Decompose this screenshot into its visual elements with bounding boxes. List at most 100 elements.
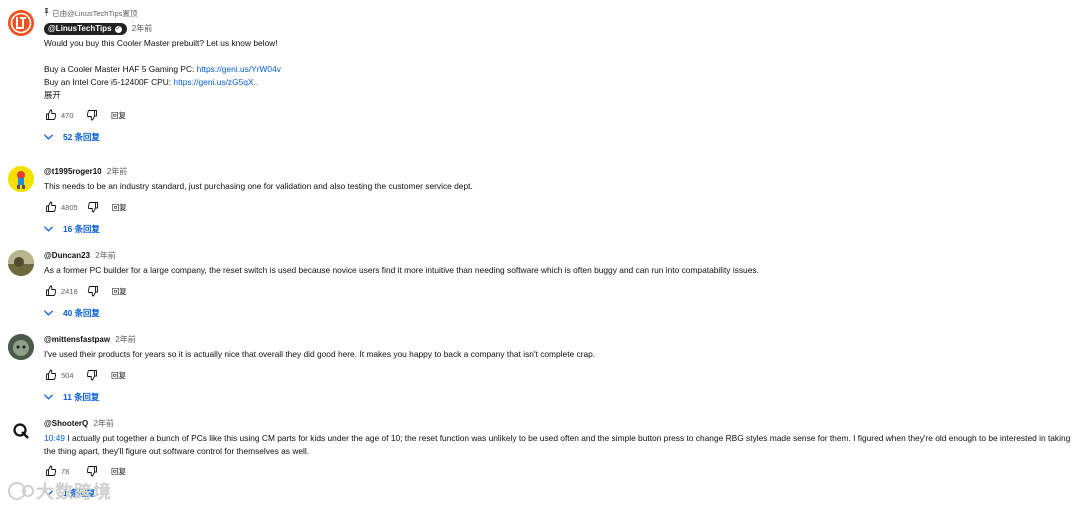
thumbs-down-icon: [86, 370, 97, 381]
like-count: 504: [61, 370, 74, 380]
dislike-button[interactable]: [86, 200, 100, 214]
replies-count: 11 条回复: [63, 392, 100, 402]
reply-button[interactable]: 回复: [112, 202, 127, 213]
author-name[interactable]: @Duncan23: [44, 251, 90, 260]
reply-button[interactable]: 回复: [111, 110, 126, 121]
avatar[interactable]: [8, 334, 34, 360]
view-replies-button[interactable]: 11 条回复: [44, 391, 1074, 403]
comment-text-line: Would you buy this Cooler Master prebuil…: [44, 38, 278, 48]
comment-header: @ShooterQ 2年前: [44, 418, 1074, 429]
replies-count: 52 条回复: [63, 132, 100, 142]
comment-time[interactable]: 2年前: [107, 167, 127, 176]
author-name: @LinusTechTips: [48, 24, 112, 33]
author-badge[interactable]: @LinusTechTips ✓: [44, 23, 127, 35]
comment-text-body: I actually put together a bunch of PCs l…: [44, 433, 1071, 456]
view-replies-button[interactable]: 16 条回复: [44, 223, 1074, 235]
watermark: 大数跨境: [6, 478, 112, 504]
view-replies-button[interactable]: 40 条回复: [44, 307, 1074, 319]
watermark-logo-icon: [8, 482, 34, 500]
thumbs-up-icon: [46, 285, 57, 296]
comment-time[interactable]: 2年前: [132, 24, 152, 33]
author-name[interactable]: @ShooterQ: [44, 419, 88, 428]
character-avatar-icon: [8, 166, 34, 192]
reply-button[interactable]: 回复: [111, 466, 126, 477]
link-prefix: Buy a Cooler Master HAF 5 Gaming PC:: [44, 64, 197, 74]
view-replies-button[interactable]: 1 条回复: [44, 487, 1074, 499]
comment-actions: 504 回复: [44, 368, 1074, 382]
cat-avatar-icon: [8, 334, 34, 360]
product-link[interactable]: https://geni.us/zG5qX..: [173, 77, 258, 87]
avatar[interactable]: [8, 166, 34, 192]
chevron-down-icon: [44, 224, 54, 234]
pinned-label: 已由@LinusTechTips置顶: [44, 8, 1074, 19]
thumbs-up-icon: [46, 465, 57, 476]
comment-text: I've used their products for years so it…: [44, 349, 596, 359]
comment-actions: 2418 回复: [44, 284, 1074, 298]
chevron-down-icon: [44, 392, 54, 402]
product-link[interactable]: https://geni.us/YrW04v: [197, 64, 281, 74]
q-logo-icon: [8, 418, 34, 444]
comment-text-line: Buy a Cooler Master HAF 5 Gaming PC: htt…: [44, 63, 1074, 76]
comment-header: @Duncan23 2年前: [44, 250, 1074, 261]
comment-time[interactable]: 2年前: [93, 419, 113, 428]
comment-body: 已由@LinusTechTips置顶 @LinusTechTips ✓ 2年前 …: [44, 8, 1074, 143]
reply-button[interactable]: 回复: [111, 370, 126, 381]
like-count: 2418: [61, 286, 78, 296]
avatar[interactable]: [8, 10, 34, 36]
comment-header: @LinusTechTips ✓ 2年前: [44, 23, 1074, 35]
like-button[interactable]: [44, 368, 58, 382]
comment-actions: 78 回复: [44, 464, 1074, 478]
avatar[interactable]: [8, 418, 34, 444]
thumbs-up-icon: [46, 201, 57, 212]
thumbs-down-icon: [86, 110, 97, 121]
like-button[interactable]: [44, 464, 58, 478]
author-name[interactable]: @t1995roger10: [44, 167, 102, 176]
like-count: 4805: [61, 202, 78, 212]
author-name[interactable]: @mittensfastpaw: [44, 335, 110, 344]
landscape-avatar-icon: [8, 250, 34, 276]
like-button[interactable]: [44, 200, 58, 214]
link-prefix: Buy an Intel Core i5-12400F CPU:: [44, 77, 174, 87]
pin-icon: [44, 8, 50, 19]
chevron-down-icon: [44, 308, 54, 318]
comment-text: 10:49 I actually put together a bunch of…: [44, 432, 1074, 458]
comment-header: @mittensfastpaw 2年前: [44, 334, 1074, 345]
dislike-button[interactable]: [86, 284, 100, 298]
chevron-down-icon: [44, 132, 54, 142]
verified-icon: ✓: [114, 25, 122, 33]
avatar[interactable]: [8, 250, 34, 276]
thumbs-up-icon: [46, 369, 57, 380]
watermark-text: 大数跨境: [36, 482, 112, 502]
comment-time[interactable]: 2年前: [95, 251, 115, 260]
comment-actions: 470 回复: [44, 108, 1074, 122]
dislike-button[interactable]: [85, 368, 99, 382]
like-count: 470: [61, 110, 74, 120]
dislike-button[interactable]: [85, 108, 99, 122]
comment-time[interactable]: 2年前: [115, 335, 135, 344]
pinned-text: 已由@LinusTechTips置顶: [52, 9, 138, 18]
thumbs-down-icon: [87, 286, 98, 297]
like-button[interactable]: [44, 108, 58, 122]
comment-actions: 4805 回复: [44, 200, 1074, 214]
comment-body: @t1995roger10 2年前 This needs to be an in…: [44, 166, 1074, 235]
video-timestamp-link[interactable]: 10:49: [44, 433, 65, 443]
thumbs-up-icon: [46, 109, 57, 120]
expand-button[interactable]: 展开: [44, 89, 1074, 102]
comment-body: @ShooterQ 2年前 10:49 I actually put toget…: [44, 418, 1074, 499]
dislike-button[interactable]: [85, 464, 99, 478]
view-replies-button[interactable]: 52 条回复: [44, 131, 1074, 143]
comment-text-blank: [44, 50, 1074, 63]
thumbs-down-icon: [87, 202, 98, 213]
comment-header: @t1995roger10 2年前: [44, 166, 1074, 177]
like-count: 78: [61, 466, 70, 476]
replies-count: 40 条回复: [63, 308, 100, 318]
reply-button[interactable]: 回复: [112, 286, 127, 297]
thumbs-down-icon: [86, 466, 97, 477]
comment-text: This needs to be an industry standard, j…: [44, 181, 473, 191]
comment-text: As a former PC builder for a large compa…: [44, 265, 759, 275]
ltt-logo-icon: [8, 10, 34, 36]
comment-body: @Duncan23 2年前 As a former PC builder for…: [44, 250, 1074, 319]
like-button[interactable]: [44, 284, 58, 298]
comment-body: @mittensfastpaw 2年前 I've used their prod…: [44, 334, 1074, 403]
comment-text-line: Buy an Intel Core i5-12400F CPU: https:/…: [44, 76, 1074, 89]
